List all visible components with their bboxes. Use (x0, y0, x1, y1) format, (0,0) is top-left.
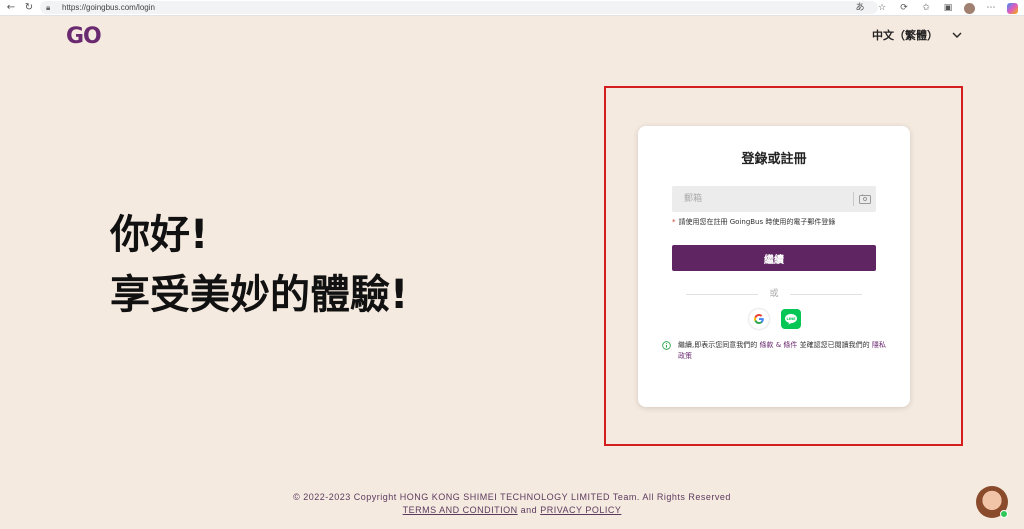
divider-line-right (790, 294, 862, 295)
hint-text: 請使用您在註冊 GoingBus 時使用的電子郵件登錄 (678, 218, 836, 226)
back-arrow-icon[interactable]: ← (4, 1, 18, 15)
line-login-button[interactable]: LINE (781, 309, 801, 329)
site-logo[interactable]: GO (66, 24, 102, 49)
online-status-indicator (1000, 510, 1008, 518)
footer-terms-link[interactable]: TERMS AND CONDITION (403, 505, 518, 515)
browser-toolbar: ← ↻ 🔒︎ https://goingbus.com/login あ ☆ ⟳ … (0, 0, 1024, 16)
google-login-button[interactable] (749, 309, 769, 329)
copilot-icon[interactable] (1007, 2, 1018, 14)
hero-line-1: 你好! (110, 212, 209, 258)
google-icon (754, 314, 764, 324)
email-field[interactable] (672, 186, 876, 212)
line-icon: LINE (785, 313, 797, 325)
browser-actions: あ ☆ ⟳ ✩ ▣ ⋯ (854, 1, 1018, 15)
required-asterisk: * (672, 218, 676, 226)
lock-icon: 🔒︎ (46, 2, 51, 12)
page-footer: © 2022-2023 Copyright HONG KONG SHIMEI T… (0, 491, 1024, 517)
or-divider: 或 (686, 288, 862, 300)
extensions-icon[interactable]: ⟳ (898, 1, 910, 15)
consent-text: 繼續,即表示您同意我們的 條款 & 條件 並確認您已閱讀我們的 隱私政策 (678, 340, 890, 362)
consent-middle: 並確認您已閱讀我們的 (799, 341, 870, 349)
url-text: https://goingbus.com/login (62, 3, 155, 12)
copyright-text: © 2022-2023 Copyright HONG KONG SHIMEI T… (293, 492, 731, 502)
address-bar[interactable]: 🔒︎ https://goingbus.com/login (40, 1, 878, 14)
svg-text:LINE: LINE (786, 317, 796, 321)
hero-greeting: 你好! 享受美妙的體驗! (110, 205, 408, 325)
footer-and: and (520, 505, 538, 515)
profile-avatar-icon[interactable] (964, 2, 975, 14)
consent-prefix: 繼續,即表示您同意我們的 (678, 341, 758, 349)
more-menu-icon[interactable]: ⋯ (985, 1, 997, 15)
reload-icon[interactable]: ↻ (22, 1, 36, 15)
favorite-star-icon[interactable]: ☆ (876, 1, 888, 15)
hero-line-2: 享受美妙的體驗! (110, 272, 409, 318)
email-hint: * 請使用您在註冊 GoingBus 時使用的電子郵件登錄 (672, 217, 835, 227)
chevron-down-icon (952, 32, 962, 38)
login-title: 登錄或註冊 (741, 152, 807, 167)
email-input[interactable] (672, 186, 853, 212)
continue-button[interactable]: 繼續 (672, 245, 876, 271)
translate-icon[interactable]: あ (854, 1, 866, 15)
favorites-icon[interactable]: ✩ (920, 1, 932, 15)
login-card: 登錄或註冊 *請使用您在註冊 GoingBus 時使用的電子郵件登錄 繼續 或 (638, 126, 910, 407)
language-selector[interactable]: 中文（繁體） (872, 27, 962, 43)
footer-privacy-link[interactable]: PRIVACY POLICY (540, 505, 621, 515)
footer-links: TERMS AND CONDITION and PRIVACY POLICY (0, 504, 1024, 517)
terms-link[interactable]: 條款 & 條件 (759, 341, 797, 349)
consent-notice: 繼續,即表示您同意我們的 條款 & 條件 並確認您已閱讀我們的 隱私政策 (662, 340, 890, 362)
language-label: 中文（繁體） (872, 29, 938, 42)
collections-icon[interactable]: ▣ (942, 1, 954, 15)
info-icon (662, 341, 671, 350)
id-card-icon (854, 186, 876, 212)
